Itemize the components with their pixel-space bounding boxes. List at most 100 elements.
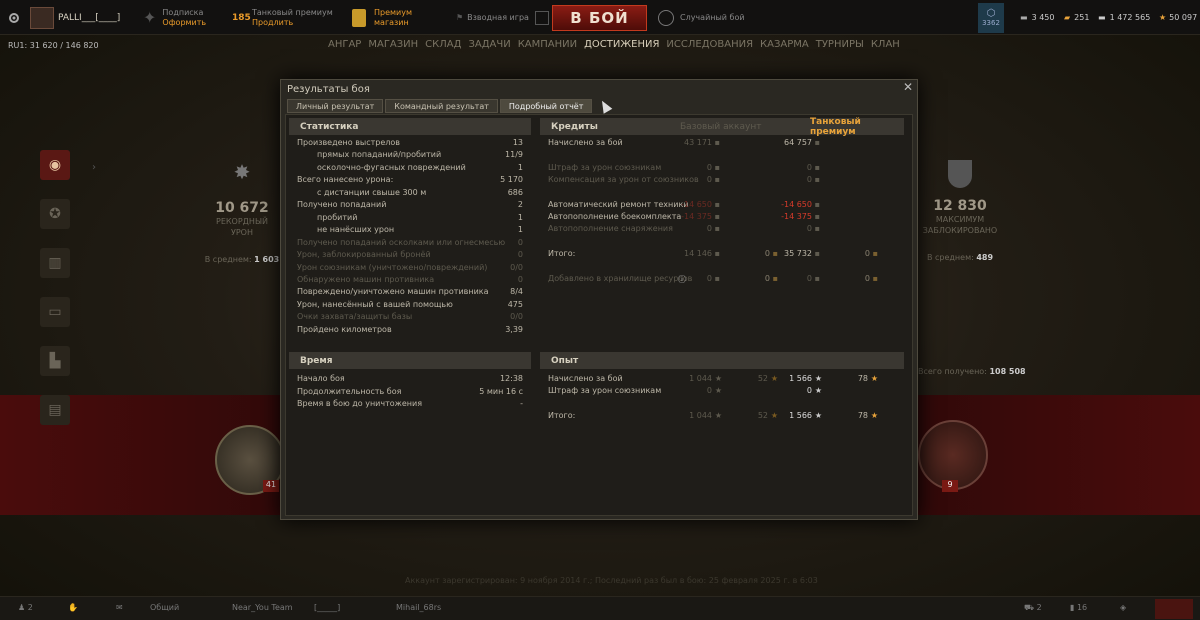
credit-base-value: -14 650 <box>681 200 712 209</box>
credit-prem-value: 0 <box>806 175 812 184</box>
xp-label: Штраф за урон союзникам <box>548 386 662 395</box>
history-icon[interactable]: ▤ <box>40 395 70 425</box>
credit-base-icon: ▪ <box>714 163 720 172</box>
tab-detailed[interactable]: Подробный отчёт <box>499 99 593 113</box>
profile-side-menu: ◉ ✪ ▥ ▭ ▙ ▤ <box>40 150 72 444</box>
time-value: 5 мин 16 с <box>479 386 523 396</box>
friends-button[interactable]: ♟ 2 <box>18 603 33 612</box>
stat-value: 1 <box>517 162 523 172</box>
star-icon: ★ <box>714 411 722 420</box>
stats-counter[interactable]: ▮ 16 <box>1070 603 1087 612</box>
credit-base-value: 0 <box>706 163 712 172</box>
stat-label: Пройдено километров <box>297 324 392 334</box>
stat-row: Очки захвата/защиты базы 0/0 <box>297 312 523 324</box>
ratings-icon[interactable]: ▙ <box>40 346 70 376</box>
stat-label: прямых попаданий/пробитий <box>317 150 442 160</box>
registration-info: Аккаунт зарегистрирован: 9 ноября 2014 г… <box>405 576 818 585</box>
channel-general[interactable]: Общий <box>150 603 179 612</box>
free-xp-icon: ★ <box>770 411 778 420</box>
chevron-right-icon[interactable]: › <box>92 162 96 173</box>
credit-prem-value: 35 732 <box>784 249 812 258</box>
nav-tournaments[interactable]: ТУРНИРЫ <box>816 39 864 50</box>
free-xp-icon: ★ <box>870 411 878 420</box>
battle-mode-selector[interactable]: Случайный бой <box>658 0 745 35</box>
channel-team[interactable]: Near_You Team <box>232 603 293 612</box>
handshake-icon[interactable]: ✋ <box>68 603 78 612</box>
stat-value: 686 <box>507 187 523 197</box>
credit-label: Компенсация за урон от союзников <box>548 175 699 184</box>
nav-depot[interactable]: СКЛАД <box>425 39 461 50</box>
stat-row: прямых попаданий/пробитий 11/9 <box>297 150 523 162</box>
nav-campaigns[interactable]: КАМПАНИИ <box>518 39 577 50</box>
time-row: Время в бою до уничтожения - <box>297 399 523 411</box>
stat-row: Пройдено километров 3,39 <box>297 325 523 337</box>
platoon-button[interactable]: ⚑ Взводная игра <box>456 0 549 35</box>
gold-counter: ▰ 251 <box>1064 13 1090 22</box>
time-value: - <box>520 399 523 408</box>
player-name[interactable]: PALLI___[____] <box>30 0 120 35</box>
chat-icon[interactable]: ✉ <box>116 603 123 612</box>
tab-team[interactable]: Командный результат <box>385 99 498 113</box>
star-icon: ★ <box>814 374 822 383</box>
time-label: Время в бою до уничтожения <box>297 399 423 408</box>
medal-icon[interactable]: ✪ <box>40 199 70 229</box>
credits-counter: ▬ 1 472 565 <box>1098 13 1151 22</box>
nav-hangar[interactable]: АНГАР <box>328 39 361 50</box>
nav-clan[interactable]: КЛАН <box>871 39 900 50</box>
garage-counter[interactable]: ⛟ 2 <box>1024 603 1042 613</box>
garage-icon: ⛟ <box>1024 603 1035 612</box>
xp-prem-free: 78 <box>857 411 868 420</box>
credit-prem-icon: ▪ <box>814 175 820 184</box>
summary-icon[interactable]: ◉ <box>40 150 70 180</box>
xp-base-value: 1 044 <box>689 411 712 420</box>
channel-private[interactable]: Mihail_68rs <box>396 603 441 612</box>
battle-button[interactable]: В БОЙ <box>552 5 647 31</box>
tank-premium-button[interactable]: Танковый премиум Продлить <box>252 0 333 35</box>
credit-base-value: 0 <box>706 175 712 184</box>
stat-value: 0/0 <box>510 312 523 322</box>
platoon-shield-icon <box>534 10 549 25</box>
nav-barracks[interactable]: КАЗАРМА <box>760 39 809 50</box>
star-icon: ★ <box>814 386 822 395</box>
premium-shop-button[interactable]: Премиум магазин <box>352 0 412 35</box>
stat-label: Урон, нанесённый с вашей помощью <box>297 299 453 309</box>
subscription-button[interactable]: ✦ Подписка Оформить <box>143 0 206 35</box>
tab-personal[interactable]: Личный результат <box>287 99 384 113</box>
credits-header: Кредиты Базовый аккаунт Танковый премиум <box>540 117 904 137</box>
channel-clan[interactable]: [_____] <box>314 603 340 612</box>
notifications-button[interactable] <box>1155 599 1193 619</box>
gold-icon: ▪ <box>772 274 778 283</box>
stat-row: Всего нанесено урона: 5 170 <box>297 175 523 187</box>
close-icon[interactable]: ✕ <box>903 80 913 94</box>
badge-right-number: 9 <box>942 480 958 492</box>
credit-row: Начислено за бой 43 171 ▪ 64 757 ▪ <box>548 138 898 150</box>
shop-bag-icon <box>352 8 366 27</box>
base-account-col: Базовый аккаунт <box>680 121 762 132</box>
stat-label: Обнаружено машин противника <box>297 274 435 284</box>
xp-prem-value: 1 566 <box>789 374 812 383</box>
free-xp-counter: ★ 50 097 <box>1159 13 1198 22</box>
info-icon[interactable]: ⓘ <box>678 274 686 285</box>
gold-icon: ▰ <box>1064 13 1071 22</box>
nav-achievements[interactable]: ДОСТИЖЕНИЯ <box>584 39 659 50</box>
nav-missions[interactable]: ЗАДАЧИ <box>468 39 510 50</box>
stat-label: Получено попаданий осколками или огнесме… <box>297 237 506 247</box>
top-bar: PALLI___[____] ✦ Подписка Оформить 185 Та… <box>0 0 1200 35</box>
nav-shop[interactable]: МАГАЗИН <box>368 39 418 50</box>
statistics-icon[interactable]: ▥ <box>40 248 70 278</box>
star-icon: ★ <box>714 386 722 395</box>
nav-research[interactable]: ИССЛЕДОВАНИЯ <box>666 39 753 50</box>
shield-icon <box>948 160 972 188</box>
max-blocked-stat: 12 830 МАКСИМУМ ЗАБЛОКИРОВАНО В среднем:… <box>914 160 1006 263</box>
credit-prem-icon: ▪ <box>814 249 820 258</box>
clan-button[interactable]: ⬡ 3362 <box>978 0 1004 35</box>
stat-value: 2 <box>517 200 523 210</box>
star-icon: ★ <box>814 411 822 420</box>
vehicles-icon[interactable]: ▭ <box>40 297 70 327</box>
settings-icon[interactable] <box>8 0 20 35</box>
xp-prem-free: 78 <box>857 374 868 383</box>
xp-prem-value: 1 566 <box>789 411 812 420</box>
eye-icon[interactable]: ◈ <box>1120 603 1126 612</box>
star-icon: ✦ <box>143 8 157 27</box>
xp-row: Итого: 1 044 ★ 52 ★ 1 566 ★ 78 ★ <box>548 411 898 423</box>
